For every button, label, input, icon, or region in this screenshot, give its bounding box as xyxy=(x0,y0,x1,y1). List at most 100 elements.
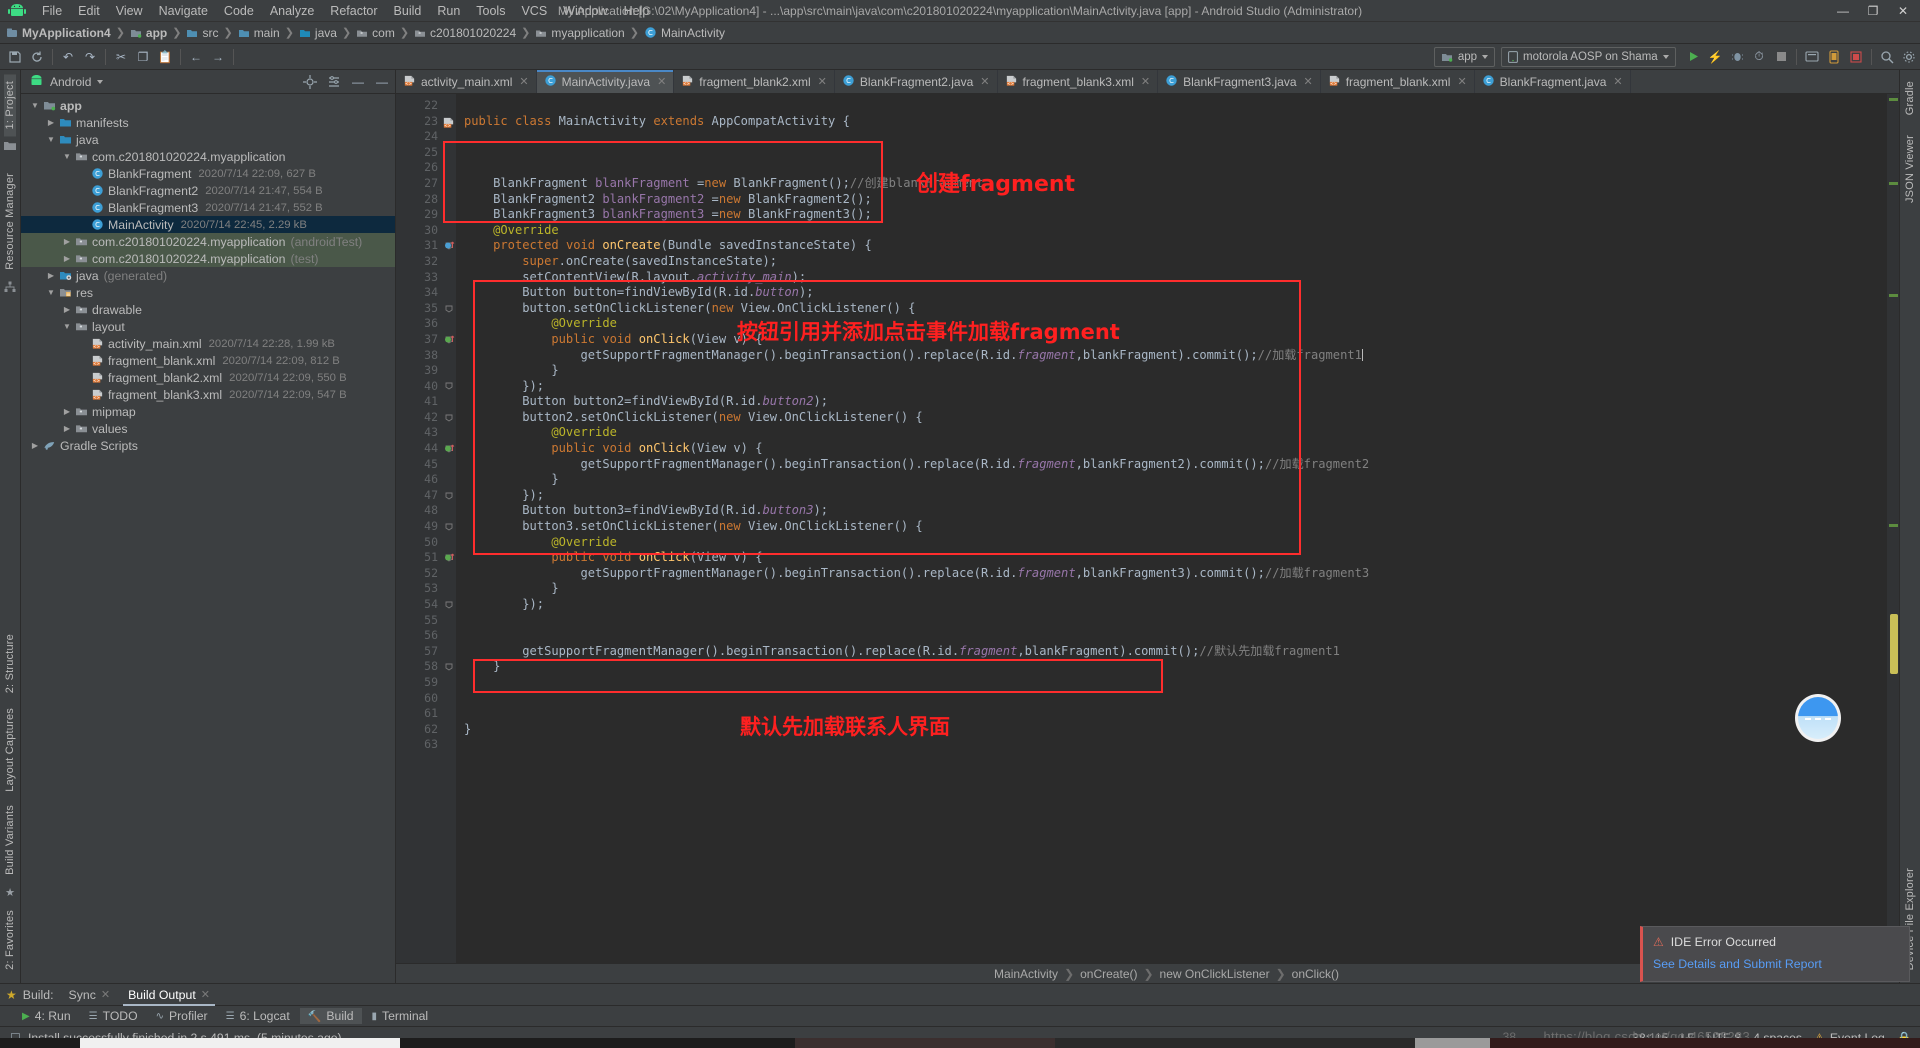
code-line[interactable] xyxy=(464,613,1887,629)
breadcrumb-java[interactable]: java xyxy=(299,26,337,40)
sync-project-icon[interactable] xyxy=(26,46,48,68)
floating-emulator-widget[interactable] xyxy=(1795,694,1841,742)
code-line[interactable]: BlankFragment2 blankFragment2 =new Blank… xyxy=(464,192,1887,208)
minimize-button[interactable]: — xyxy=(1828,0,1858,21)
breadcrumb-class[interactable]: C MainActivity xyxy=(644,26,725,40)
code-line[interactable]: } xyxy=(464,472,1887,488)
rail-build-variants-tab[interactable]: Build Variants xyxy=(4,798,16,882)
code-line[interactable] xyxy=(464,706,1887,722)
fold-toggle-icon[interactable] xyxy=(442,488,456,504)
tree-item-layout[interactable]: ▼ layout xyxy=(21,318,395,335)
tree-item-java[interactable]: ▼ java xyxy=(21,131,395,148)
run-button[interactable] xyxy=(1682,46,1704,68)
editor-tab-mainactivity-java[interactable]: C MainActivity.java ✕ xyxy=(536,70,675,93)
chevron-right-icon[interactable]: ▶ xyxy=(61,407,73,416)
chevron-down-icon[interactable]: ▼ xyxy=(61,152,73,161)
menu-vcs[interactable]: VCS xyxy=(513,2,555,20)
debug-icon[interactable] xyxy=(1726,46,1748,68)
menu-analyze[interactable]: Analyze xyxy=(262,2,322,20)
code-line[interactable]: } xyxy=(464,659,1887,675)
collapse-all-icon[interactable]: ― xyxy=(349,73,367,91)
fold-toggle-icon[interactable] xyxy=(442,301,456,317)
code-line[interactable]: button.setOnClickListener(new View.OnCli… xyxy=(464,301,1887,317)
tree-item-drawable[interactable]: ▶ drawable xyxy=(21,301,395,318)
chevron-right-icon[interactable]: ▶ xyxy=(61,424,73,433)
tree-item-gradle-scripts[interactable]: ▶ Gradle Scripts xyxy=(21,437,395,454)
breadcrumb-onclick[interactable]: onClick() xyxy=(1292,967,1339,981)
layout-inspector-icon[interactable] xyxy=(1845,46,1867,68)
menu-navigate[interactable]: Navigate xyxy=(151,2,216,20)
code-line[interactable]: BlankFragment3 blankFragment3 =new Blank… xyxy=(464,207,1887,223)
override-method-icon[interactable] xyxy=(444,240,455,256)
tool-window-terminal[interactable]: ▮ Terminal xyxy=(364,1008,437,1024)
tree-item-activity-main-xml[interactable]: <> activity_main.xml 2020/7/14 22:28, 1.99… xyxy=(21,335,395,352)
code-line[interactable]: getSupportFragmentManager().beginTransac… xyxy=(464,457,1887,473)
code-line[interactable] xyxy=(464,129,1887,145)
scrollbar-thumb[interactable] xyxy=(1890,614,1898,674)
rail-json-viewer-tab[interactable]: JSON Viewer xyxy=(1904,128,1916,210)
window-controls[interactable]: — ❐ ✕ xyxy=(1828,0,1920,21)
tree-item-mainactivity[interactable]: C MainActivity 2020/7/14 22:45, 2.29 kB xyxy=(21,216,395,233)
fold-toggle-icon[interactable] xyxy=(442,410,456,426)
tree-item-blankfragment3[interactable]: C BlankFragment3 2020/7/14 21:47, 552 B xyxy=(21,199,395,216)
main-menu[interactable]: File Edit View Navigate Code Analyze Ref… xyxy=(34,2,657,20)
menu-help[interactable]: Help xyxy=(616,2,658,20)
code-line[interactable]: getSupportFragmentManager().beginTransac… xyxy=(464,348,1887,364)
save-all-icon[interactable] xyxy=(4,46,26,68)
code-line[interactable]: public void onClick(View v) { xyxy=(464,332,1887,348)
build-tab-sync[interactable]: Sync ✕ xyxy=(60,986,120,1004)
code-line[interactable] xyxy=(464,691,1887,707)
breadcrumb-src[interactable]: src xyxy=(186,26,218,40)
forward-icon[interactable]: → xyxy=(207,46,229,68)
close-icon[interactable]: ✕ xyxy=(657,75,666,88)
code-line[interactable]: @Override xyxy=(464,223,1887,239)
code-line[interactable]: super.onCreate(savedInstanceState); xyxy=(464,254,1887,270)
code-line[interactable]: getSupportFragmentManager().beginTransac… xyxy=(464,566,1887,582)
hide-panel-icon[interactable]: — xyxy=(373,73,391,91)
code-line[interactable]: getSupportFragmentManager().beginTransac… xyxy=(464,644,1887,660)
code-line[interactable] xyxy=(464,98,1887,114)
code-line[interactable]: protected void onCreate(Bundle savedInst… xyxy=(464,238,1887,254)
rail-layout-captures-tab[interactable]: Layout Captures xyxy=(4,701,16,799)
close-icon[interactable]: ✕ xyxy=(101,988,110,1001)
chevron-down-icon[interactable]: ▼ xyxy=(29,101,41,110)
tool-window-todo[interactable]: ☰ TODO xyxy=(81,1008,146,1024)
source-code[interactable]: public class MainActivity extends AppCom… xyxy=(456,94,1887,963)
undo-icon[interactable]: ↶ xyxy=(57,46,79,68)
breadcrumb-module[interactable]: app xyxy=(130,26,167,40)
code-line[interactable] xyxy=(464,737,1887,753)
code-line[interactable] xyxy=(464,145,1887,161)
implements-method-icon[interactable] xyxy=(444,443,455,459)
build-tab-build-output[interactable]: Build Output ✕ xyxy=(119,986,219,1006)
rail-project-tab[interactable]: 1: Project xyxy=(4,74,16,137)
locate-icon[interactable] xyxy=(301,73,319,91)
chevron-down-icon[interactable]: ▼ xyxy=(45,135,57,144)
code-line[interactable]: }); xyxy=(464,597,1887,613)
rail-structure-tab[interactable]: 2: Structure xyxy=(4,627,16,700)
menu-build[interactable]: Build xyxy=(386,2,430,20)
code-line[interactable]: @Override xyxy=(464,316,1887,332)
rail-favorites-tab[interactable]: 2: Favorites xyxy=(4,903,16,977)
breadcrumb-onclicklistener[interactable]: new OnClickListener xyxy=(1160,967,1270,981)
fold-toggle-icon[interactable] xyxy=(442,597,456,613)
tree-item-blankfragment[interactable]: C BlankFragment 2020/7/14 22:09, 627 B xyxy=(21,165,395,182)
tree-item-com-c201801020224-myapplication[interactable]: ▶ com.c201801020224.myapplication (test) xyxy=(21,250,395,267)
tree-item-com-c201801020224-myapplication[interactable]: ▶ com.c201801020224.myapplication (android… xyxy=(21,233,395,250)
code-line[interactable]: @Override xyxy=(464,425,1887,441)
menu-window[interactable]: Window xyxy=(555,2,615,20)
code-line[interactable]: Button button3=findViewById(R.id.button3… xyxy=(464,503,1887,519)
back-icon[interactable]: ← xyxy=(185,46,207,68)
menu-tools[interactable]: Tools xyxy=(468,2,513,20)
code-line[interactable]: button2.setOnClickListener(new View.OnCl… xyxy=(464,410,1887,426)
fold-toggle-icon[interactable] xyxy=(442,659,456,675)
search-icon[interactable] xyxy=(1876,46,1898,68)
close-button[interactable]: ✕ xyxy=(1888,0,1918,21)
close-icon[interactable]: ✕ xyxy=(201,988,210,1001)
close-icon[interactable]: ✕ xyxy=(519,75,528,88)
menu-code[interactable]: Code xyxy=(216,2,262,20)
fold-toggle-icon[interactable] xyxy=(442,519,456,535)
stop-icon[interactable] xyxy=(1770,46,1792,68)
tree-item-fragment-blank2-xml[interactable]: <> fragment_blank2.xml 2020/7/14 22:09, 55… xyxy=(21,369,395,386)
editor-tab-fragment-blank2-xml[interactable]: <> fragment_blank2.xml ✕ xyxy=(674,70,835,93)
chevron-right-icon[interactable]: ▶ xyxy=(45,118,57,127)
